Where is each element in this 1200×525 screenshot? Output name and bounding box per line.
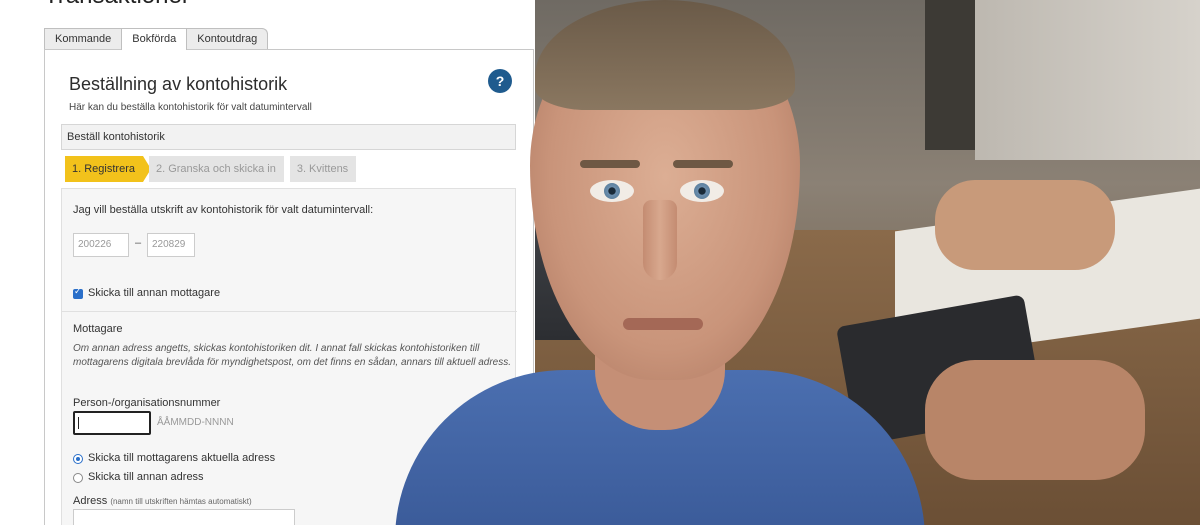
pnr-label: Person-/organisationsnummer bbox=[73, 397, 221, 409]
radio-current-address[interactable] bbox=[73, 454, 83, 464]
card-title: Beställning av kontohistorik bbox=[69, 74, 288, 94]
right-eye bbox=[680, 180, 724, 202]
address-label: Adress (namn till utskriften hämtas auto… bbox=[73, 495, 252, 507]
left-eye bbox=[590, 180, 634, 202]
tab-kontoutdrag[interactable]: Kontoutdrag bbox=[186, 28, 269, 50]
step-register: 1. Registrera bbox=[65, 156, 151, 182]
radio-other-address[interactable] bbox=[73, 473, 83, 483]
mouth bbox=[623, 318, 703, 330]
hair bbox=[535, 0, 795, 110]
address-label-text: Adress bbox=[73, 495, 108, 507]
transaction-tabs: Kommande Bokförda Kontoutdrag bbox=[44, 28, 269, 50]
date-separator: – bbox=[135, 237, 142, 249]
right-eyebrow bbox=[673, 160, 733, 168]
pnr-input[interactable] bbox=[73, 411, 151, 435]
address-note: (namn till utskriften hämtas automatiskt… bbox=[110, 497, 252, 506]
date-from-input[interactable]: 200226 bbox=[73, 233, 129, 257]
address-input[interactable] bbox=[73, 509, 295, 525]
tab-bokforda[interactable]: Bokförda bbox=[121, 28, 188, 50]
step-receipt: 3. Kvittens bbox=[289, 156, 357, 182]
other-recipient-checkbox[interactable] bbox=[73, 286, 83, 299]
nose bbox=[643, 200, 677, 280]
date-range-prompt: Jag vill beställa utskrift av kontohisto… bbox=[73, 204, 374, 216]
hand-with-pen-shape bbox=[935, 180, 1115, 270]
date-to-input[interactable]: 220829 bbox=[147, 233, 195, 257]
card-subtitle: Här kan du beställa kontohistorik för va… bbox=[69, 102, 312, 113]
tab-kommande[interactable]: Kommande bbox=[44, 28, 123, 50]
radio-current-address-label[interactable]: Skicka till mottagarens aktuella adress bbox=[88, 452, 275, 464]
portrait-man bbox=[395, 0, 925, 525]
recipient-title: Mottagare bbox=[73, 323, 123, 335]
hand-on-calculator-shape bbox=[925, 360, 1145, 480]
wall-shape bbox=[975, 0, 1200, 160]
left-eyebrow bbox=[580, 160, 640, 168]
radio-other-address-label[interactable]: Skicka till annan adress bbox=[88, 471, 204, 483]
step-indicator: 1. Registrera 2. Granska och skicka in 3… bbox=[65, 156, 362, 182]
page-heading: Transaktioner bbox=[44, 0, 190, 10]
pnr-placeholder-hint: ÅÅMMDD-NNNN bbox=[157, 417, 234, 428]
other-recipient-label[interactable]: Skicka till annan mottagare bbox=[88, 287, 220, 299]
step-review: 2. Granska och skicka in bbox=[148, 156, 284, 182]
